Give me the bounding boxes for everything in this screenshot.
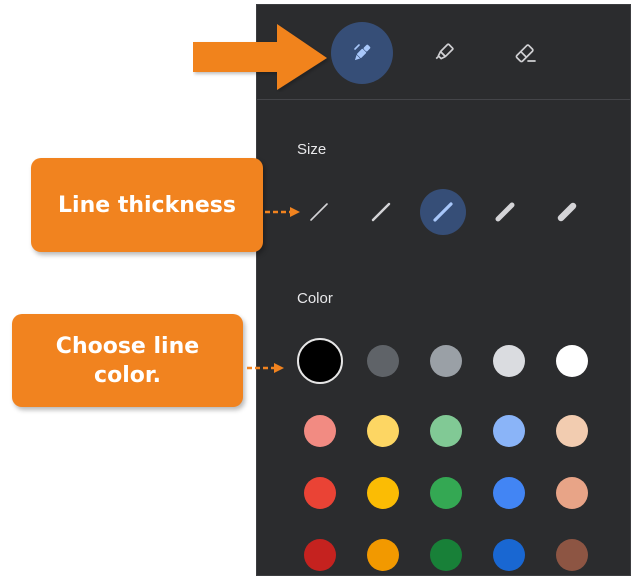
- line-thickness-5-icon: [557, 202, 577, 222]
- size-option-3[interactable]: [420, 189, 466, 235]
- eraser-tool-button[interactable]: [495, 22, 557, 84]
- size-option-5[interactable]: [544, 189, 590, 235]
- size-label: Size: [297, 141, 327, 158]
- color-swatch-r1-c2[interactable]: [367, 345, 399, 377]
- size-option-4[interactable]: [482, 189, 528, 235]
- screenshot-stage: Size Color Line thickness Choose line co…: [0, 0, 642, 581]
- pointer-arrow-icon: [193, 24, 327, 90]
- eraser-icon: [515, 44, 536, 63]
- color-swatch-r4-c4[interactable]: [493, 539, 525, 571]
- color-swatch-r1-c1[interactable]: [297, 338, 343, 384]
- line-thickness-callout-text: Line thickness: [58, 192, 236, 218]
- color-swatch-r2-c3[interactable]: [430, 415, 462, 447]
- line-thickness-callout: Line thickness: [31, 158, 263, 252]
- color-swatch-r3-c2[interactable]: [367, 477, 399, 509]
- color-swatch-r2-c1[interactable]: [304, 415, 336, 447]
- line-thickness-3-icon: [433, 202, 453, 222]
- color-swatch-r4-c5[interactable]: [556, 539, 588, 571]
- dashed-arrow-icon: [265, 207, 300, 217]
- color-swatch-r2-c4[interactable]: [493, 415, 525, 447]
- color-swatch-r2-c5[interactable]: [556, 415, 588, 447]
- color-label: Color: [297, 290, 333, 307]
- choose-color-callout-text: Choose line color.: [55, 333, 200, 388]
- choose-color-callout: Choose line color.: [12, 314, 243, 407]
- color-swatch-r1-c5[interactable]: [556, 345, 588, 377]
- pen-tool-button[interactable]: [331, 22, 393, 84]
- size-option-2[interactable]: [358, 189, 404, 235]
- dashed-arrow-icon: [247, 363, 284, 373]
- highlighter-icon: [435, 43, 454, 60]
- color-swatch-r1-c3[interactable]: [430, 345, 462, 377]
- color-swatch-r4-c3[interactable]: [430, 539, 462, 571]
- color-swatch-r1-c4[interactable]: [493, 345, 525, 377]
- color-swatch-r4-c1[interactable]: [304, 539, 336, 571]
- color-swatch-r2-c2[interactable]: [367, 415, 399, 447]
- color-swatch-r3-c5[interactable]: [556, 477, 588, 509]
- color-swatch-r3-c1[interactable]: [304, 477, 336, 509]
- line-thickness-4-icon: [495, 202, 515, 222]
- color-swatch-r4-c2[interactable]: [367, 539, 399, 571]
- color-swatch-r3-c3[interactable]: [430, 477, 462, 509]
- pen-icon: [354, 44, 371, 61]
- highlighter-tool-button[interactable]: [413, 22, 475, 84]
- color-swatch-r3-c4[interactable]: [493, 477, 525, 509]
- line-thickness-1-icon: [310, 203, 328, 221]
- line-thickness-2-icon: [371, 202, 391, 222]
